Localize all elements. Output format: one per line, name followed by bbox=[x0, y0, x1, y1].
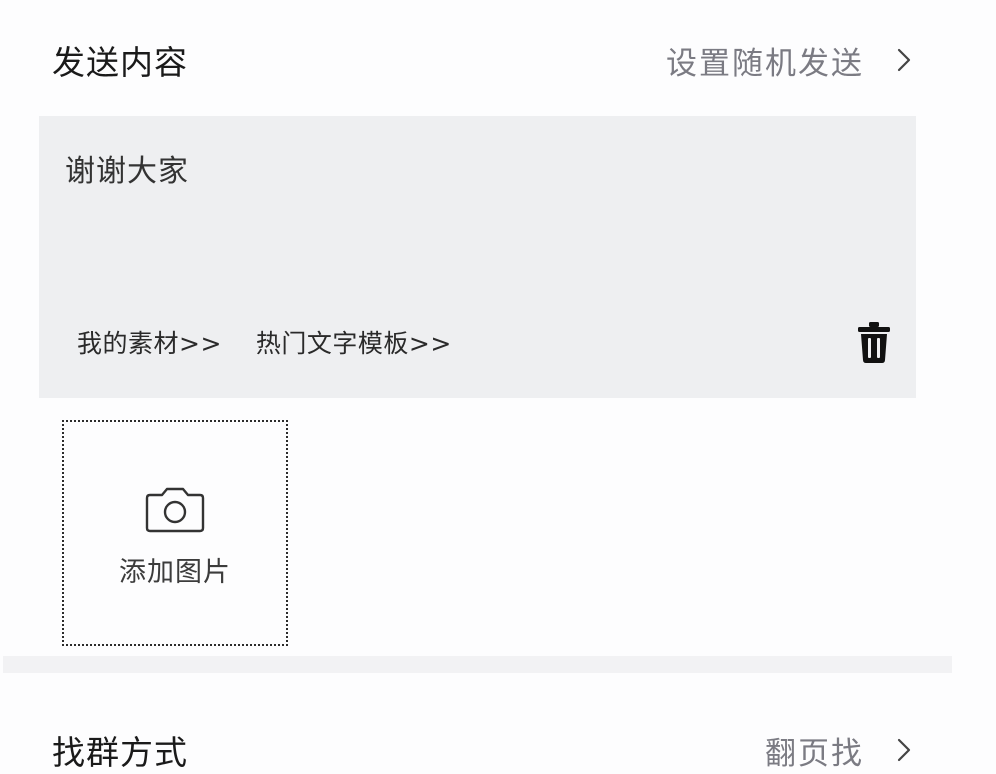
my-materials-link[interactable]: 我的素材>> bbox=[77, 324, 222, 360]
find-group-method-link[interactable]: 翻页找 bbox=[765, 728, 912, 773]
camera-icon bbox=[145, 487, 205, 532]
content-footer-links: 我的素材>> 热门文字模板>> bbox=[77, 324, 452, 360]
random-send-label: 设置随机发送 bbox=[666, 45, 864, 82]
add-image-button[interactable]: 添加图片 bbox=[62, 420, 288, 646]
send-content-title: 发送内容 bbox=[52, 43, 188, 82]
section-divider bbox=[3, 656, 952, 673]
add-image-label: 添加图片 bbox=[119, 556, 231, 588]
message-textarea[interactable]: 谢谢大家 我的素材>> 热门文字模板>> bbox=[39, 116, 916, 398]
send-content-header: 发送内容 设置随机发送 bbox=[52, 36, 912, 84]
chevron-right-icon bbox=[897, 48, 911, 72]
hot-templates-link[interactable]: 热门文字模板>> bbox=[256, 324, 452, 360]
random-send-link[interactable]: 设置随机发送 bbox=[666, 38, 912, 83]
find-group-header: 找群方式 翻页找 bbox=[52, 726, 912, 774]
trash-icon[interactable] bbox=[857, 320, 891, 364]
message-text: 谢谢大家 bbox=[65, 154, 189, 189]
find-group-title: 找群方式 bbox=[52, 733, 188, 772]
chevron-right-icon bbox=[897, 738, 911, 762]
find-group-method-value: 翻页找 bbox=[765, 735, 864, 772]
